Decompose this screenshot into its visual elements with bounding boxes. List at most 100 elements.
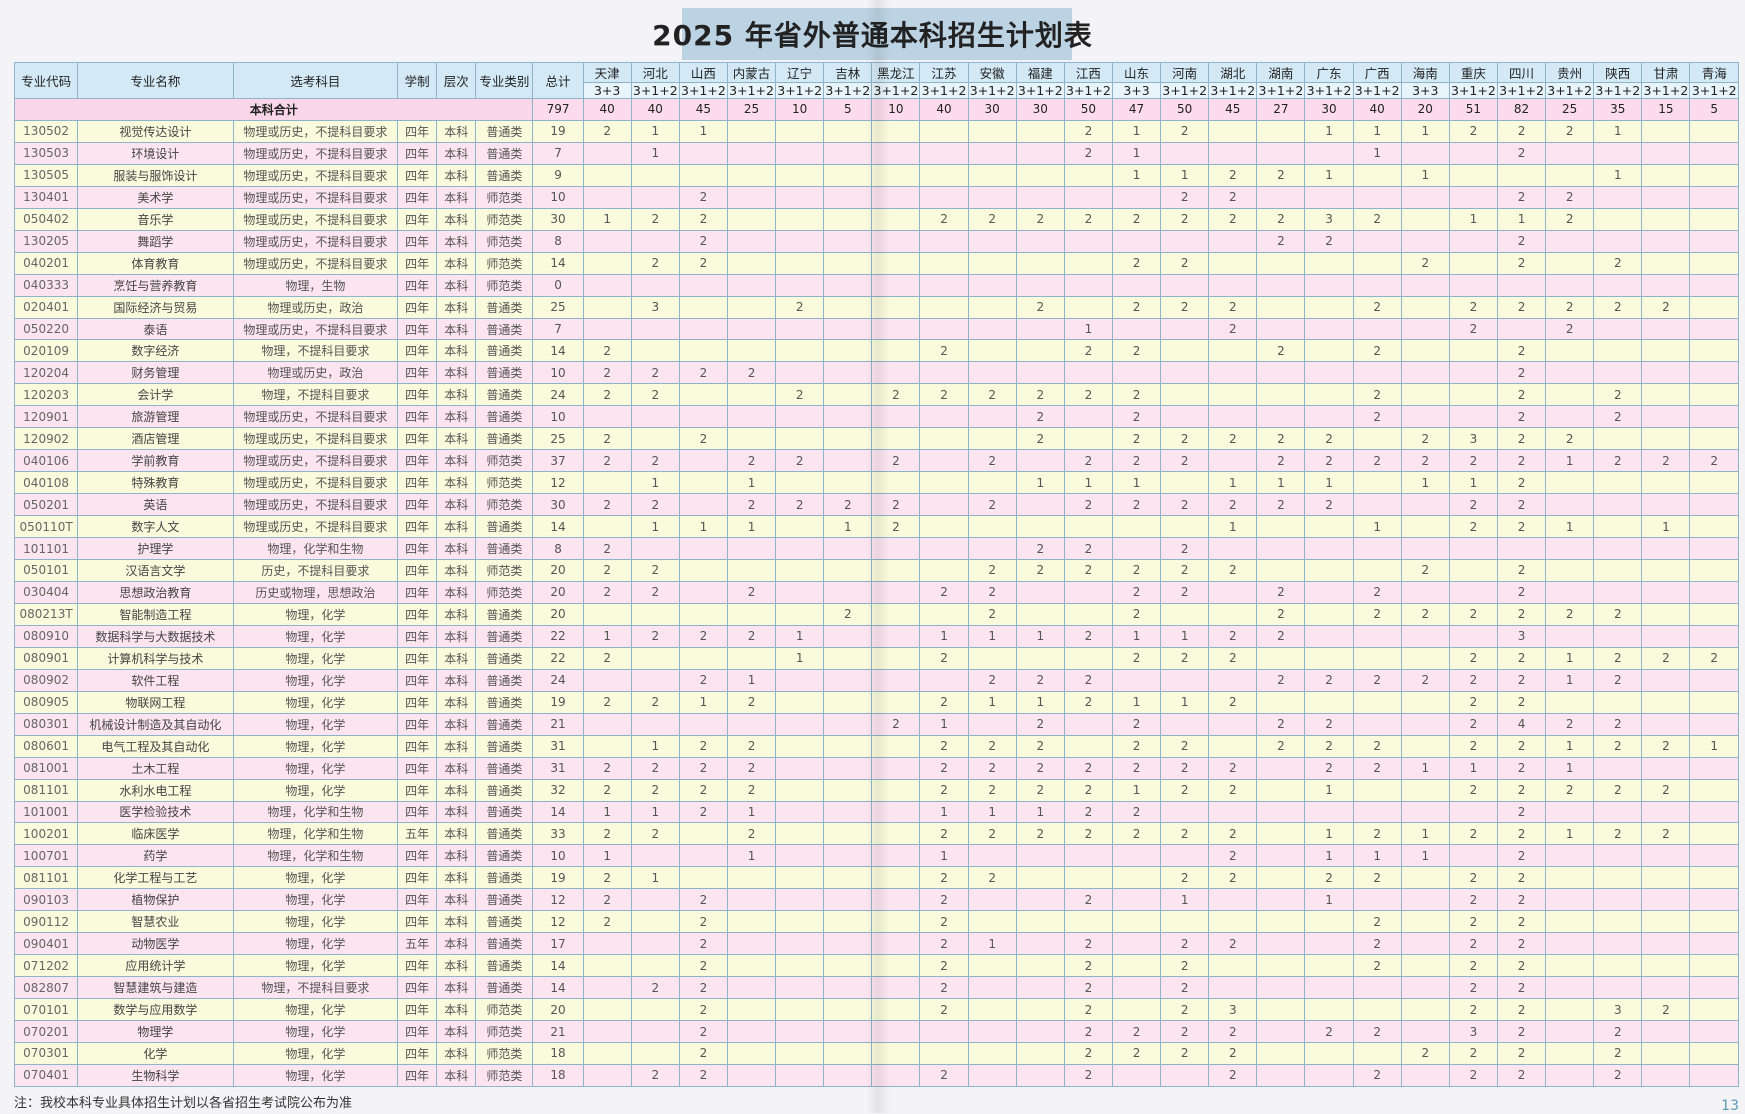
subjects-cell: 物理，化学和生物 <box>232 800 399 824</box>
province-quota-cell <box>1256 537 1306 561</box>
summary-total: 797 <box>532 98 584 121</box>
total-cell: 18 <box>532 1063 584 1088</box>
name-cell: 智慧农业 <box>77 910 234 934</box>
code-cell: 040106 <box>13 449 79 473</box>
province-quota-cell <box>1400 229 1450 253</box>
subjects-cell: 物理，化学和生物 <box>232 537 399 561</box>
duration-cell: 四年 <box>397 405 438 429</box>
province-quota-cell <box>1545 559 1595 582</box>
name-cell: 生物科学 <box>77 1063 234 1088</box>
subjects-cell: 物理，不提科目要求 <box>232 339 399 363</box>
province-quota-cell: 2 <box>1063 668 1113 692</box>
province-quota-cell: 2 <box>582 778 632 802</box>
category-cell: 普通类 <box>475 734 534 758</box>
province-quota-cell <box>1160 317 1210 341</box>
province-quota-cell: 2 <box>967 559 1017 582</box>
header-exam-mode: 3+1+2 <box>775 82 825 99</box>
name-cell: 化学工程与工艺 <box>77 866 234 890</box>
province-quota-cell: 2 <box>1256 580 1306 604</box>
province-quota-cell <box>1641 141 1691 165</box>
province-quota-cell <box>919 471 969 495</box>
province-quota-cell <box>1304 998 1354 1022</box>
duration-cell: 四年 <box>397 712 438 736</box>
province-quota-cell: 2 <box>1448 866 1498 890</box>
code-cell: 040201 <box>13 251 79 275</box>
level-cell: 本科 <box>436 1020 477 1043</box>
category-cell: 普通类 <box>475 844 534 868</box>
name-cell: 数据科学与大数据技术 <box>77 624 234 648</box>
province-quota-cell: 2 <box>1496 119 1547 143</box>
province-quota-cell <box>1111 932 1162 956</box>
province-quota-cell <box>1545 273 1595 297</box>
header-exam-mode: 3+1+2 <box>1496 82 1547 99</box>
province-quota-cell: 2 <box>1111 493 1162 517</box>
province-quota-cell: 2 <box>1496 229 1547 253</box>
province-quota-cell: 2 <box>1111 580 1162 604</box>
name-cell: 应用统计学 <box>77 954 234 978</box>
province-quota-cell: 2 <box>1111 339 1162 363</box>
province-quota-cell <box>726 295 777 319</box>
province-quota-cell: 2 <box>582 339 632 363</box>
code-cell: 120901 <box>13 405 79 429</box>
province-quota-cell <box>871 1063 921 1088</box>
province-quota-cell <box>775 998 825 1022</box>
province-quota-cell <box>678 141 728 165</box>
table-row: 120203 会计学 物理，不提科目要求 四年 本科 普通类 24 2 2 2 2 2 2 2 2 2 2 2 2 <box>13 383 1739 407</box>
province-quota-cell: 3 <box>1448 427 1498 451</box>
header-province: 黑龙江 <box>871 62 921 83</box>
province-quota-cell: 2 <box>1545 427 1595 451</box>
province-quota-cell <box>1160 668 1210 692</box>
table-row: 050220 泰语 物理或历史，不提科目要求 四年 本科 普通类 7 1 2 2 2 <box>13 317 1739 341</box>
province-quota-cell: 1 <box>582 624 632 648</box>
summary-province-value: 30 <box>1304 98 1354 121</box>
province-quota-cell <box>1545 339 1595 363</box>
province-quota-cell <box>871 778 921 802</box>
province-quota-cell <box>1304 1041 1354 1065</box>
province-quota-cell <box>1593 932 1643 956</box>
province-quota-cell <box>630 163 680 187</box>
code-cell: 080902 <box>13 668 79 692</box>
province-quota-cell <box>1304 976 1354 1000</box>
province-quota-cell <box>1208 141 1258 165</box>
province-quota-cell <box>775 339 825 363</box>
province-quota-cell <box>1448 383 1498 407</box>
province-quota-cell: 2 <box>726 690 777 714</box>
duration-cell: 四年 <box>397 778 438 802</box>
province-quota-cell <box>1256 185 1306 209</box>
province-quota-cell: 2 <box>1400 559 1450 582</box>
province-quota-cell <box>582 471 632 495</box>
province-quota-cell: 1 <box>1208 471 1258 495</box>
province-quota-cell: 1 <box>1304 471 1354 495</box>
province-quota-cell: 1 <box>967 800 1017 824</box>
province-quota-cell <box>1689 295 1739 319</box>
province-quota-cell <box>871 361 921 385</box>
total-cell: 8 <box>532 229 584 253</box>
table-row: 081101 化学工程与工艺 物理，化学 四年 本科 普通类 19 2 1 2 2 2 2 2 2 2 2 <box>13 866 1739 890</box>
province-quota-cell <box>1352 1041 1402 1065</box>
province-quota-cell <box>1015 361 1065 385</box>
province-quota-cell: 2 <box>1496 646 1547 670</box>
province-quota-cell: 2 <box>919 976 969 1000</box>
province-quota-cell <box>1448 251 1498 275</box>
province-quota-cell: 2 <box>1111 251 1162 275</box>
province-quota-cell <box>1641 668 1691 692</box>
province-quota-cell: 2 <box>1208 690 1258 714</box>
summary-province-value: 35 <box>1593 98 1643 121</box>
category-cell: 师范类 <box>475 273 534 297</box>
province-quota-cell <box>1208 976 1258 1000</box>
province-quota-cell <box>1689 1063 1739 1088</box>
province-quota-cell: 1 <box>1111 471 1162 495</box>
province-quota-cell: 2 <box>726 822 777 846</box>
province-quota-cell <box>1593 954 1643 978</box>
province-quota-cell <box>1641 185 1691 209</box>
province-quota-cell: 2 <box>1256 207 1306 231</box>
table-row: 082807 智慧建筑与建造 物理，不提科目要求 四年 本科 普通类 14 2 2 2 2 2 2 2 <box>13 976 1739 1000</box>
total-cell: 19 <box>532 866 584 890</box>
province-quota-cell: 1 <box>1593 119 1643 143</box>
code-cell: 020109 <box>13 339 79 363</box>
province-quota-cell <box>1304 646 1354 670</box>
province-quota-cell: 1 <box>1111 141 1162 165</box>
province-quota-cell <box>582 405 632 429</box>
province-quota-cell <box>1063 712 1113 736</box>
province-quota-cell: 2 <box>1352 602 1402 626</box>
